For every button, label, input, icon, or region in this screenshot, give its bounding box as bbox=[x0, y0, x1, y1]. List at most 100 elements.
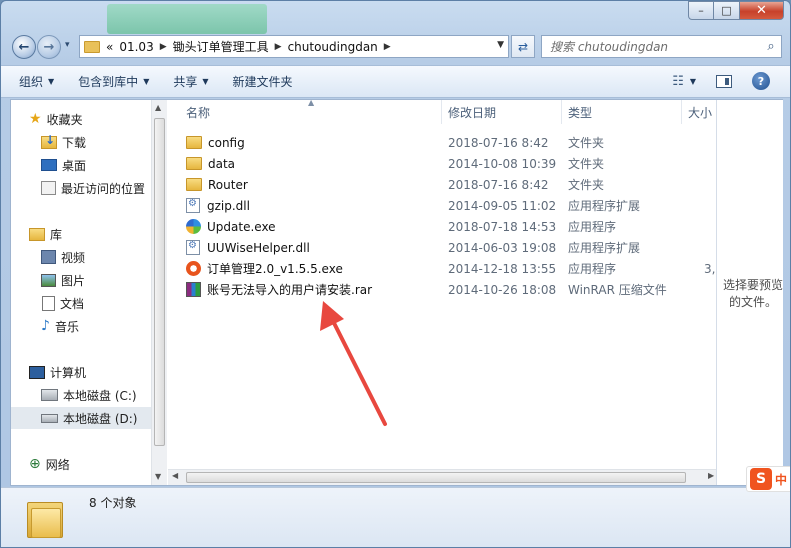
sidebar-item-videos[interactable]: 视频 bbox=[11, 246, 151, 268]
organize-menu[interactable]: 组织 ▼ bbox=[19, 73, 54, 90]
breadcrumb-separator-icon[interactable]: ▶ bbox=[160, 42, 167, 52]
computer-icon bbox=[29, 365, 45, 379]
sidebar-item-downloads[interactable]: 下载 bbox=[11, 131, 151, 153]
file-row[interactable]: data 2014-10-08 10:39 文件夹 bbox=[168, 153, 723, 174]
ime-status-badge[interactable]: S 中 bbox=[746, 466, 790, 492]
title-bar: – □ ✕ bbox=[1, 1, 790, 34]
search-icon[interactable]: ⌕ bbox=[761, 39, 781, 54]
column-header-name[interactable]: ▲ 名称 bbox=[168, 100, 442, 124]
file-name: 订单管理2.0_v1.5.5.exe bbox=[207, 262, 343, 276]
file-name: data bbox=[208, 156, 236, 171]
drive-icon bbox=[41, 413, 58, 423]
organize-label: 组织 bbox=[19, 75, 44, 89]
column-header-date[interactable]: 修改日期 bbox=[442, 100, 562, 124]
sidebar-item-drive-c[interactable]: 本地磁盘 (C:) bbox=[11, 384, 151, 406]
scrollbar-thumb[interactable] bbox=[186, 472, 686, 483]
sidebar-item-favorites[interactable]: ★ 收藏夹 bbox=[11, 108, 151, 130]
close-button[interactable]: ✕ bbox=[740, 1, 784, 20]
dll-icon bbox=[186, 240, 200, 255]
sidebar-item-recent[interactable]: 最近访问的位置 bbox=[11, 177, 151, 199]
file-row[interactable]: UUWiseHelper.dll 2014-06-03 19:08 应用程序扩展 bbox=[168, 237, 723, 258]
breadcrumb-separator-icon[interactable]: ▶ bbox=[275, 42, 282, 52]
folder-icon bbox=[186, 178, 202, 191]
help-icon[interactable]: ? bbox=[752, 72, 770, 90]
sidebar-item-label: 视频 bbox=[61, 250, 86, 265]
sidebar-item-drive-d[interactable]: 本地磁盘 (D:) bbox=[11, 407, 151, 429]
file-name: Update.exe bbox=[207, 219, 276, 234]
maximize-icon: □ bbox=[721, 4, 732, 17]
view-options-icon[interactable]: ☷ bbox=[672, 74, 684, 89]
file-row[interactable]: config 2018-07-16 8:42 文件夹 bbox=[168, 132, 723, 153]
scroll-left-icon[interactable]: ◀ bbox=[172, 471, 178, 480]
navigation-bar: ← → ▾ « 01.03 ▶ 锄头订单管理工具 ▶ chutoudingdan… bbox=[1, 29, 790, 63]
breadcrumb-chutoudingdan[interactable]: chutoudingdan bbox=[288, 40, 378, 54]
downloads-folder-icon bbox=[41, 133, 57, 149]
scroll-down-icon[interactable]: ▼ bbox=[155, 472, 161, 481]
scroll-up-icon[interactable]: ▲ bbox=[155, 103, 161, 112]
file-name: 账号无法导入的用户请安装.rar bbox=[207, 283, 373, 297]
file-type: 应用程序扩展 bbox=[568, 241, 641, 255]
address-overflow[interactable]: « bbox=[106, 40, 113, 54]
navigation-pane-scrollbar[interactable]: ▲ ▼ bbox=[151, 100, 167, 485]
toolbar-right-group: ☷ ▼ ? bbox=[672, 72, 770, 90]
column-header-type[interactable]: 类型 bbox=[562, 100, 682, 124]
file-type: WinRAR 压缩文件 bbox=[568, 283, 667, 297]
sidebar-item-libraries[interactable]: 库 bbox=[11, 223, 151, 245]
file-row[interactable]: gzip.dll 2014-09-05 11:02 应用程序扩展 bbox=[168, 195, 723, 216]
sidebar-item-computer[interactable]: 计算机 bbox=[11, 361, 151, 383]
minimize-icon: – bbox=[698, 4, 704, 17]
maximize-button[interactable]: □ bbox=[714, 1, 740, 20]
file-date: 2014-09-05 11:02 bbox=[448, 198, 557, 213]
desktop-icon bbox=[41, 159, 57, 171]
file-date: 2014-12-18 13:55 bbox=[448, 261, 557, 276]
minimize-button[interactable]: – bbox=[688, 1, 714, 20]
file-name-cell: 订单管理2.0_v1.5.5.exe bbox=[186, 260, 343, 277]
column-header-label: 类型 bbox=[568, 105, 593, 120]
chevron-down-icon[interactable]: ▼ bbox=[690, 77, 696, 86]
chevron-down-icon: ▼ bbox=[143, 77, 150, 86]
file-name-cell: 账号无法导入的用户请安装.rar bbox=[186, 281, 372, 298]
file-list-horizontal-scrollbar[interactable]: ◀ ▶ bbox=[168, 469, 723, 485]
sidebar-item-documents[interactable]: 文档 bbox=[11, 292, 151, 314]
preview-pane-icon[interactable] bbox=[716, 74, 732, 88]
sidebar-item-label: 网络 bbox=[45, 457, 70, 472]
file-date: 2014-10-08 10:39 bbox=[448, 156, 557, 171]
sidebar-item-label: 计算机 bbox=[50, 365, 87, 380]
new-folder-button[interactable]: 新建文件夹 bbox=[233, 73, 293, 90]
rar-archive-icon bbox=[186, 282, 201, 297]
forward-button[interactable]: → bbox=[37, 35, 61, 59]
sidebar-item-music[interactable]: ♪ 音乐 bbox=[11, 315, 151, 337]
video-icon bbox=[41, 250, 56, 264]
file-row[interactable]: Update.exe 2018-07-18 14:53 应用程序 bbox=[168, 216, 723, 237]
file-date: 2014-06-03 19:08 bbox=[448, 240, 557, 255]
breadcrumb-separator-icon[interactable]: ▶ bbox=[384, 42, 391, 52]
file-list: ▲ 名称 修改日期 类型 大小 config 2018-07-16 8:42 文… bbox=[168, 100, 723, 485]
address-dropdown-icon[interactable]: ▼ bbox=[497, 40, 504, 50]
sidebar-item-pictures[interactable]: 图片 bbox=[11, 269, 151, 291]
include-in-library-menu[interactable]: 包含到库中 ▼ bbox=[78, 73, 149, 90]
chevron-down-icon: ▼ bbox=[48, 77, 55, 86]
file-row[interactable]: Router 2018-07-16 8:42 文件夹 bbox=[168, 174, 723, 195]
sidebar-item-desktop[interactable]: 桌面 bbox=[11, 154, 151, 176]
navigation-pane: ★ 收藏夹 下载 桌面 最近访问的位置 库 视频 图片 文档 ♪ 音乐 计算机 本地… bbox=[11, 100, 151, 485]
scroll-right-icon[interactable]: ▶ bbox=[708, 471, 714, 480]
refresh-button[interactable]: ⇄ bbox=[511, 35, 535, 58]
breadcrumb-tool-folder[interactable]: 锄头订单管理工具 bbox=[173, 38, 269, 55]
recent-pages-dropdown[interactable]: ▾ bbox=[65, 40, 70, 50]
file-name: gzip.dll bbox=[207, 198, 250, 213]
file-name-cell: UUWiseHelper.dll bbox=[186, 240, 310, 255]
scrollbar-thumb[interactable] bbox=[154, 118, 165, 446]
share-label: 共享 bbox=[173, 75, 198, 89]
sidebar-item-label: 本地磁盘 (D:) bbox=[63, 411, 138, 426]
sidebar-item-network[interactable]: ⊕ 网络 bbox=[11, 453, 151, 475]
file-row[interactable]: 账号无法导入的用户请安装.rar 2014-10-26 18:08 WinRAR… bbox=[168, 279, 723, 300]
file-date: 2018-07-16 8:42 bbox=[448, 177, 549, 192]
file-row[interactable]: 订单管理2.0_v1.5.5.exe 2014-12-18 13:55 应用程序… bbox=[168, 258, 723, 279]
share-menu[interactable]: 共享 ▼ bbox=[173, 73, 208, 90]
search-input[interactable] bbox=[542, 36, 761, 57]
caption-buttons: – □ ✕ bbox=[688, 1, 784, 20]
breadcrumb-01-03[interactable]: 01.03 bbox=[119, 40, 153, 54]
address-bar[interactable]: « 01.03 ▶ 锄头订单管理工具 ▶ chutoudingdan ▶ ▼ bbox=[79, 35, 509, 58]
back-button[interactable]: ← bbox=[12, 35, 36, 59]
folder-icon bbox=[186, 157, 202, 170]
